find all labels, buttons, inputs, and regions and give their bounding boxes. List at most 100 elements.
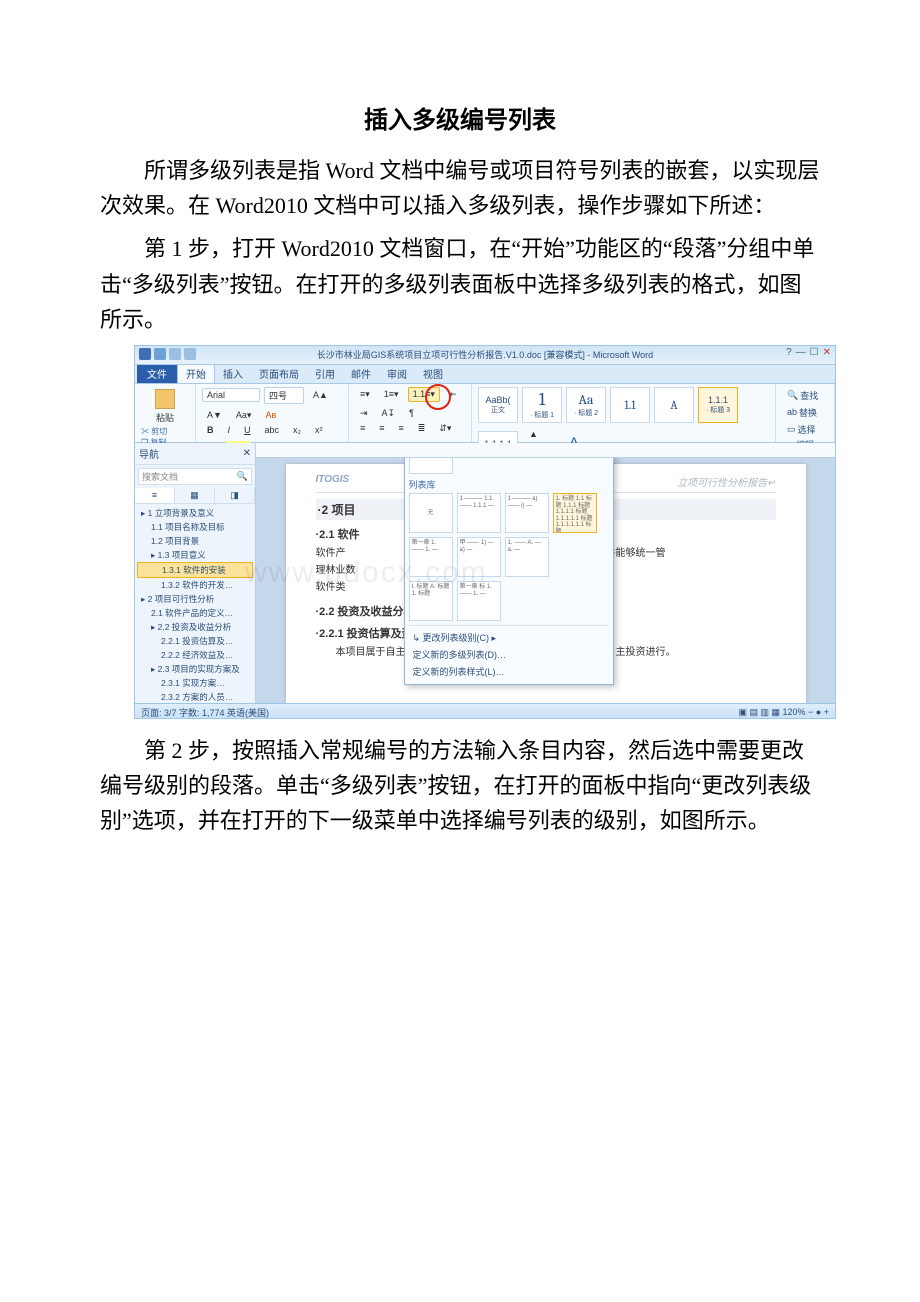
nav-outline-item[interactable]: 2.2.2 经济效益及… xyxy=(137,648,253,662)
nav-outline-item[interactable]: ▸ 1 立项背景及意义 xyxy=(137,506,253,520)
style-thumb[interactable]: 1.1 xyxy=(610,387,650,423)
gallery-thumb-current[interactable]: 1 标题 1.1 标题 1.1.1 标题 xyxy=(409,458,453,474)
style-thumb[interactable]: 1.1.1· 标题 3 xyxy=(698,387,738,423)
replace-button[interactable]: ab 替换 xyxy=(782,404,822,421)
align-left-icon[interactable]: ≡ xyxy=(355,421,370,435)
doc-title: 插入多级编号列表 xyxy=(100,100,820,135)
nav-outline-list[interactable]: ▸ 1 立项背景及意义 1.1 项目名称及目标 1.2 项目背景▸ 1.3 项目… xyxy=(135,504,255,703)
window-caption: 长沙市林业局GIS系统项目立项可行性分析报告.V1.0.doc [兼容模式] -… xyxy=(317,348,653,361)
italic-button[interactable]: I xyxy=(223,423,236,437)
decrease-indent-icon[interactable]: ⇤ xyxy=(444,387,462,402)
gallery-thumb[interactable]: 1 ——— 1.1 —— 1.1.1 — xyxy=(457,493,501,533)
change-case-icon[interactable]: Aa▾ xyxy=(231,408,257,423)
nav-outline-item[interactable]: 1.1 项目名称及目标 xyxy=(137,520,253,534)
document-area: ITOGIS 立项可行性分析报告↵ ·2 项目 ·2.1 软件 软件产克〕是展示… xyxy=(256,443,835,703)
line-spacing-icon[interactable]: ⇵▾ xyxy=(434,421,456,436)
nav-search-input[interactable]: 搜索文档🔍 xyxy=(138,468,252,485)
grow-font-icon[interactable]: A▲ xyxy=(308,388,333,402)
undo-icon[interactable] xyxy=(169,348,181,360)
nav-outline-item[interactable]: 1.2 项目背景 xyxy=(137,534,253,548)
nav-outline-item[interactable]: 1.3.2 软件的开发… xyxy=(137,578,253,592)
nav-tab-headings[interactable]: ≡ xyxy=(135,488,175,503)
style-thumb[interactable]: AaBb(正文 xyxy=(478,387,518,423)
word-app-icon[interactable] xyxy=(139,348,151,360)
font-name-combo[interactable]: Arial xyxy=(202,388,260,402)
minimize-icon[interactable]: — xyxy=(796,347,806,358)
multilevel-list-gallery[interactable]: 当前列表 1 标题 1.1 标题 1.1.1 标题 列表库 无 1 ——— 1.… xyxy=(404,458,614,685)
redo-icon[interactable] xyxy=(184,348,196,360)
ribbon-tab-home[interactable]: 开始 xyxy=(177,363,215,383)
doc-brand: ITOGIS xyxy=(316,474,350,489)
file-tab[interactable]: 文件 xyxy=(137,364,177,383)
help-icon[interactable]: ? xyxy=(786,347,792,358)
maximize-icon[interactable]: ☐ xyxy=(810,347,819,358)
styles-scroll-icon[interactable]: ▲ xyxy=(524,427,543,441)
nav-outline-item[interactable]: ▸ 2 项目可行性分析 xyxy=(137,592,253,606)
nav-tab-pages[interactable]: ▦ xyxy=(175,488,215,503)
bold-button[interactable]: B xyxy=(202,423,219,437)
style-thumb[interactable]: Aa· 标题 2 xyxy=(566,387,606,423)
gallery-thumb[interactable]: 第一章 标 1. —— 1. — xyxy=(457,581,501,621)
style-thumb[interactable]: A xyxy=(654,387,694,423)
align-right-icon[interactable]: ≡ xyxy=(394,421,409,435)
clear-format-icon[interactable]: Aʙ xyxy=(260,408,281,422)
multilevel-list-button[interactable]: 1.1≡▾ xyxy=(408,387,440,402)
sup-button[interactable]: x² xyxy=(310,423,328,437)
strike-button[interactable]: abc xyxy=(260,423,285,437)
nav-outline-item[interactable]: ▸ 1.3 项目意义 xyxy=(137,548,253,562)
paste-button[interactable]: 粘贴 xyxy=(150,387,180,426)
sort-icon[interactable]: A↧ xyxy=(377,406,401,421)
ribbon-tab-ref[interactable]: 引用 xyxy=(307,364,343,383)
increase-indent-icon[interactable]: ⇥ xyxy=(355,406,373,421)
group-font: Arial 四号 A▲ A▼ Aa▾ Aʙ B I U abc x₂ x² A▾… xyxy=(196,384,349,442)
group-styles: AaBb(正文1· 标题 1Aa· 标题 21.1A1.1.1· 标题 31.1… xyxy=(472,384,776,442)
show-marks-icon[interactable]: ¶ xyxy=(404,406,419,420)
gallery-thumb-none[interactable]: 无 xyxy=(409,493,453,533)
status-right[interactable]: ▣ ▤ ▥ ▦ 120% − ● + xyxy=(739,707,829,718)
ribbon-tab-view[interactable]: 视图 xyxy=(415,364,451,383)
align-justify-icon[interactable]: ≣ xyxy=(413,421,431,436)
cut-button[interactable]: ✂ 剪切 xyxy=(141,426,189,437)
nav-outline-item[interactable]: ▸ 2.2 投资及收益分析 xyxy=(137,620,253,634)
nav-close-icon[interactable]: ✕ xyxy=(243,448,251,459)
step1-paragraph: 第 1 步，打开 Word2010 文档窗口，在“开始”功能区的“段落”分组中单… xyxy=(100,231,820,337)
nav-outline-item[interactable]: 2.3.2 方案的人员… xyxy=(137,690,253,703)
gallery-thumb[interactable]: 1 ——— a) —— i) — xyxy=(505,493,549,533)
ribbon-tab-review[interactable]: 审阅 xyxy=(379,364,415,383)
gallery-thumb[interactable]: 第一章 1. —— 1. — xyxy=(409,537,453,577)
nav-outline-item[interactable]: ▸ 2.3 项目的实现方案及 xyxy=(137,662,253,676)
save-icon[interactable] xyxy=(154,348,166,360)
find-button[interactable]: 🔍 查找 xyxy=(782,387,823,404)
numbering-button[interactable]: 1≡▾ xyxy=(379,387,404,402)
intro-paragraph: 所谓多级列表是指 Word 文档中编号或项目符号列表的嵌套，以实现层次效果。在 … xyxy=(100,153,820,223)
align-center-icon[interactable]: ≡ xyxy=(374,421,389,435)
shrink-font-icon[interactable]: A▼ xyxy=(202,408,227,422)
ribbon-tab-insert[interactable]: 插入 xyxy=(215,364,251,383)
nav-outline-item[interactable]: 2.3.1 实现方案… xyxy=(137,676,253,690)
ribbon-tabs: 文件 开始 插入 页面布局 引用 邮件 审阅 视图 xyxy=(135,365,835,384)
sub-button[interactable]: x₂ xyxy=(288,423,306,437)
nav-outline-item[interactable]: 2.1 软件产品的定义… xyxy=(137,606,253,620)
close-icon[interactable]: ✕ xyxy=(823,347,831,358)
gallery-thumb-hovered[interactable]: 1. 标题 1.1 标题 1.1.1 标题 1.1.1.1 标题 1.1.1.1… xyxy=(553,493,597,533)
style-thumb[interactable]: 1· 标题 1 xyxy=(522,387,562,423)
step2-paragraph: 第 2 步，按照插入常规编号的方法输入条目内容，然后选中需要更改编号级别的段落。… xyxy=(100,733,820,839)
nav-tab-results[interactable]: ◨ xyxy=(215,488,255,503)
gallery-thumb[interactable]: I. 标题 A. 标题 1. 标题 xyxy=(409,581,453,621)
gallery-define-new-style[interactable]: 定义新的列表样式(L)… xyxy=(409,663,609,680)
font-size-combo[interactable]: 四号 xyxy=(264,387,304,404)
ribbon: 粘贴 ✂ 剪切 ❐ 复制 ✎ 格式刷 剪贴板 Arial 四号 A▲ A▼ Aa… xyxy=(135,384,835,443)
gallery-change-level[interactable]: ↳ 更改列表级别(C) ▸ xyxy=(409,629,609,646)
gallery-thumb[interactable]: 1. —— A. — a. — xyxy=(505,537,549,577)
nav-outline-item[interactable]: 2.2.1 投资估算及… xyxy=(137,634,253,648)
ribbon-tab-layout[interactable]: 页面布局 xyxy=(251,364,307,383)
bullets-button[interactable]: ≡▾ xyxy=(355,387,375,402)
ribbon-tab-mail[interactable]: 邮件 xyxy=(343,364,379,383)
nav-outline-item[interactable]: 1.3.1 软件的安装 xyxy=(137,562,253,578)
select-button[interactable]: ▭ 选择 xyxy=(782,421,821,438)
gallery-define-new-list[interactable]: 定义新的多级列表(D)… xyxy=(409,646,609,663)
horizontal-ruler[interactable] xyxy=(256,443,835,458)
gallery-thumb[interactable]: 甲 —— 1) — a) — xyxy=(457,537,501,577)
document-page[interactable]: ITOGIS 立项可行性分析报告↵ ·2 项目 ·2.1 软件 软件产克〕是展示… xyxy=(286,464,806,703)
underline-button[interactable]: U xyxy=(239,423,256,437)
